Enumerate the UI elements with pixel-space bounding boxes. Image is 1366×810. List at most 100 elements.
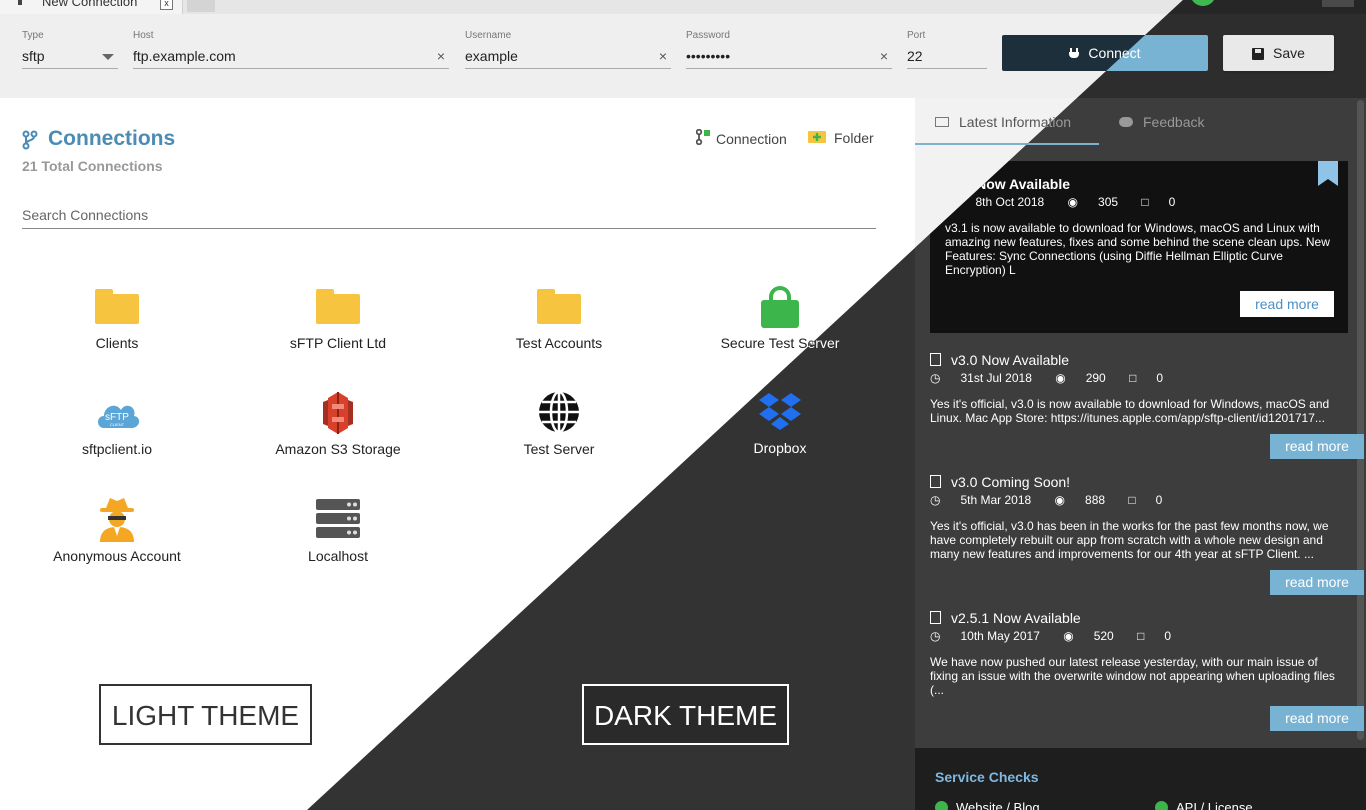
service-website-status: Website / Blog	[935, 800, 1040, 810]
news-date: 31st Jul 2018	[960, 371, 1032, 385]
panel-scrollbar[interactable]	[1357, 100, 1364, 740]
connections-count: 21 Total Connections	[22, 158, 163, 174]
connection-localhost[interactable]: Localhost	[233, 496, 443, 566]
add-folder-button[interactable]: Folder	[808, 129, 874, 146]
search-connections-input[interactable]: Search Connections	[22, 207, 876, 229]
featured-news-card: v3.1 Now Available ◷8th Oct 2018 ◉305 □0…	[930, 161, 1348, 333]
type-label: Type	[22, 30, 44, 41]
new-tab-button[interactable]	[187, 0, 215, 12]
type-select[interactable]: Type sftp	[22, 30, 118, 70]
password-value[interactable]: •••••••••	[686, 48, 730, 64]
eye-icon: ◉	[1055, 371, 1066, 385]
type-value: sftp	[22, 48, 45, 64]
tab-feedback[interactable]: Feedback	[1119, 114, 1204, 130]
add-connection-button[interactable]: Connection	[695, 128, 787, 147]
connection-clients[interactable]: Clients	[12, 284, 222, 354]
eye-icon: ◉	[1054, 493, 1066, 507]
password-field[interactable]: Password ••••••••• ×	[686, 30, 892, 70]
clear-host-icon[interactable]: ×	[437, 48, 445, 64]
news-title: v3.0 Coming Soon!	[930, 474, 1350, 490]
dropbox-icon	[759, 393, 801, 430]
news-title: v2.5.1 Now Available	[930, 610, 1350, 626]
clear-username-icon[interactable]: ×	[659, 48, 667, 64]
connection-label: Localhost	[308, 548, 368, 564]
news-meta: ◷ 10th May 2017 ◉ 520 □ 0	[930, 629, 1350, 643]
comment-icon: □	[1141, 195, 1149, 209]
connection-label: Test Accounts	[515, 335, 603, 351]
add-folder-icon	[808, 131, 826, 143]
host-value[interactable]: ftp.example.com	[133, 48, 236, 64]
spy-icon	[100, 498, 134, 542]
server-icon	[316, 499, 360, 538]
connection-label: Test Server	[523, 441, 595, 457]
floppy-icon	[1252, 48, 1265, 61]
info-panel: Latest Information Feedback v3.1 Now Ava…	[915, 98, 1366, 810]
connection-test-server[interactable]: Test Server	[454, 390, 664, 460]
news-date: 8th Oct 2018	[975, 195, 1045, 209]
connection-anonymous-account[interactable]: Anonymous Account	[12, 496, 222, 566]
read-more-button[interactable]: read more	[1270, 570, 1364, 595]
news-views: 290	[1085, 371, 1106, 385]
news-meta: ◷ 31st Jul 2018 ◉ 290 □ 0	[930, 371, 1350, 385]
tab-close-icon[interactable]: x	[160, 0, 173, 10]
service-checks-title: Service Checks	[935, 769, 1039, 785]
connection-label: Amazon S3 Storage	[275, 441, 401, 457]
news-body: Yes it's official, v3.0 is now available…	[930, 397, 1330, 425]
news-comments: 0	[1168, 195, 1176, 209]
username-label: Username	[465, 30, 512, 41]
connection-sftp-client-ltd[interactable]: sFTP Client Ltd	[233, 284, 443, 354]
news-date: 5th Mar 2018	[960, 493, 1032, 507]
clock-icon: ◷	[930, 493, 941, 507]
folder-icon	[536, 284, 582, 330]
connection-label: sFTP Client Ltd	[289, 335, 387, 351]
tab-title: New Connection	[42, 0, 138, 9]
minimize-button[interactable]	[1322, 0, 1354, 7]
add-folder-label: Folder	[834, 130, 874, 146]
comment-icon: □	[1129, 371, 1137, 385]
connections-title: Connections	[48, 127, 176, 150]
connection-label: Anonymous Account	[53, 548, 181, 564]
news-body: We have now pushed our latest release ye…	[930, 655, 1335, 697]
news-views: 888	[1085, 493, 1106, 507]
clear-password-icon[interactable]: ×	[880, 48, 888, 64]
status-indicator	[1190, 0, 1216, 6]
tab-feedback-label: Feedback	[1143, 114, 1205, 130]
news-title: v3.0 Now Available	[930, 352, 1350, 368]
connection-label: sftpclient.io	[81, 441, 153, 457]
service-checks: Service Checks Website / Blog API / Lice…	[915, 748, 1366, 810]
tab-strip: New Connection x	[0, 0, 1366, 14]
chat-icon	[1119, 117, 1133, 127]
news-body: Yes it's official, v3.0 has been in the …	[930, 519, 1329, 561]
comment-icon: □	[1128, 493, 1136, 507]
news-date: 10th May 2017	[960, 629, 1040, 643]
news-item: v3.0 Now Available ◷ 31st Jul 2018 ◉ 290 □…	[930, 352, 1350, 425]
username-value[interactable]: example	[465, 48, 518, 64]
port-value[interactable]: 22	[907, 48, 923, 64]
lock-icon	[757, 284, 803, 330]
branch-icon	[22, 130, 38, 150]
connection-test-accounts[interactable]: Test Accounts	[454, 284, 664, 354]
news-meta: ◷ 5th Mar 2018 ◉ 888 □ 0	[930, 493, 1350, 507]
read-more-button[interactable]: read more	[1240, 291, 1334, 317]
host-field[interactable]: Host ftp.example.com ×	[133, 30, 449, 70]
plug-icon	[1069, 47, 1080, 61]
folder-icon	[315, 284, 361, 330]
save-button[interactable]: Save	[1223, 35, 1334, 71]
comment-icon: □	[1137, 629, 1145, 643]
chevron-down-icon[interactable]	[102, 54, 114, 60]
read-more-button[interactable]: read more	[1270, 434, 1364, 459]
globe-icon	[539, 390, 579, 434]
news-meta: ◷8th Oct 2018 ◉305 □0	[945, 195, 1340, 209]
eye-icon: ◉	[1063, 629, 1074, 643]
cloud-icon: sFTP CLIENT	[98, 405, 140, 428]
tab-new-connection[interactable]: New Connection x	[0, 0, 183, 14]
newspaper-icon	[935, 117, 949, 127]
connection-sftpclient-io[interactable]: sFTP CLIENT sftpclient.io	[12, 390, 222, 460]
clock-icon: ◷	[930, 371, 941, 385]
port-field[interactable]: Port 22	[907, 30, 987, 70]
username-field[interactable]: Username example ×	[465, 30, 671, 70]
read-more-button[interactable]: read more	[1270, 706, 1364, 731]
connection-amazon-s3[interactable]: Amazon S3 Storage	[233, 390, 443, 460]
aws-s3-icon	[323, 392, 353, 434]
news-title: v3.1 Now Available	[945, 176, 1071, 192]
